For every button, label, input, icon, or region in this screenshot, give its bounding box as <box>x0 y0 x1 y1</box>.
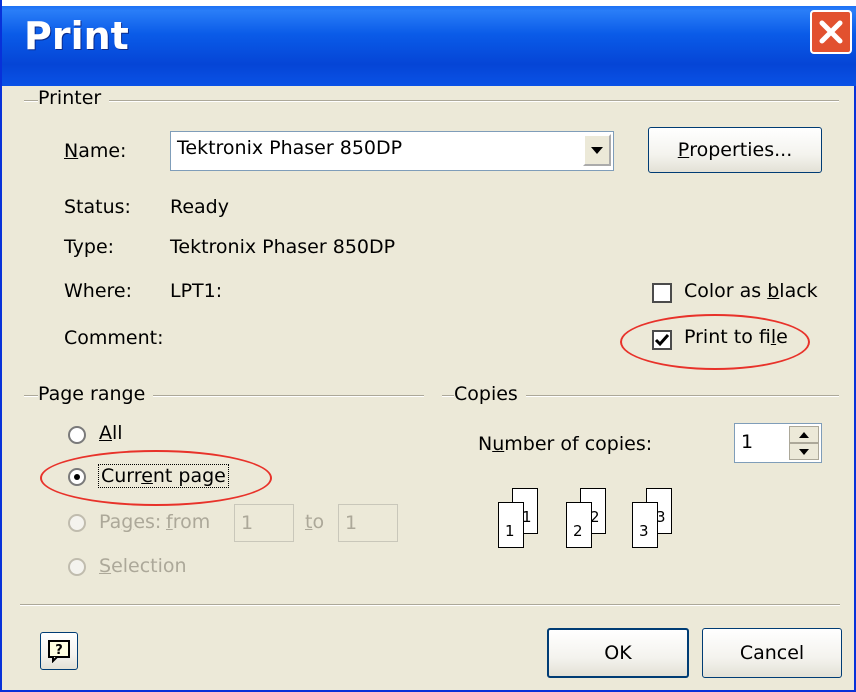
color-as-black-accel: b <box>767 280 780 302</box>
spin-down-icon <box>799 448 809 455</box>
selection-rest: election <box>111 555 187 577</box>
copies-group-label: Copies <box>454 383 526 405</box>
spin-down-button[interactable] <box>789 443 819 460</box>
collate-label-2a: 2 <box>573 522 583 540</box>
annotation-ellipse-current-page <box>40 450 272 506</box>
type-label: Type: <box>64 236 115 258</box>
to-label: to <box>305 511 324 533</box>
printer-name-value: Tektronix Phaser 850DP <box>177 137 403 159</box>
pages-text: Pa <box>99 511 122 533</box>
properties-label: roperties... <box>689 139 793 161</box>
collate-label-3b: 3 <box>656 508 666 526</box>
name-label-rest: ame: <box>78 140 127 162</box>
collate-label-3a: 3 <box>639 522 649 540</box>
dialog-title: Print <box>24 14 129 58</box>
svg-text:?: ? <box>55 643 63 658</box>
collate-label-2b: 2 <box>590 508 600 526</box>
dropdown-arrow-button[interactable] <box>583 134 611 166</box>
spin-up-button[interactable] <box>789 426 819 443</box>
color-as-black-label[interactable]: Color as black <box>684 280 818 302</box>
radio-all[interactable] <box>68 426 86 444</box>
number-text: N <box>478 433 493 455</box>
color-as-black-rest: lack <box>779 280 818 302</box>
ok-button[interactable]: OK <box>547 628 689 678</box>
close-button[interactable] <box>810 10 852 54</box>
close-icon <box>819 20 843 44</box>
copies-value[interactable]: 1 <box>741 431 753 453</box>
color-as-black-text: Color as <box>684 280 768 302</box>
printer-group-label: Printer <box>38 87 110 109</box>
footer-separator <box>20 604 840 606</box>
all-accel: A <box>99 422 112 444</box>
pages-accel: g <box>121 511 134 533</box>
from-label: from <box>166 511 210 533</box>
collate-label-1a: 1 <box>505 522 515 540</box>
radio-all-label[interactable]: All <box>99 422 123 444</box>
name-label: Name: <box>64 140 126 162</box>
number-accel: u <box>492 433 505 455</box>
status-label: Status: <box>64 196 131 218</box>
all-rest: ll <box>112 422 123 444</box>
radio-pages[interactable] <box>68 514 86 532</box>
to-rest: o <box>312 511 325 533</box>
radio-selection-label: Selection <box>99 555 187 577</box>
from-accel: f <box>166 511 173 533</box>
where-label: Where: <box>64 280 133 302</box>
collate-illustration: 1 1 2 2 3 3 <box>494 488 672 548</box>
annotation-ellipse-print-to-file <box>620 314 810 370</box>
cancel-button[interactable]: Cancel <box>702 628 842 678</box>
color-as-black-checkbox[interactable] <box>652 283 672 303</box>
radio-selection[interactable] <box>68 558 86 576</box>
where-value: LPT1: <box>170 280 223 302</box>
number-of-copies-label: Number of copies: <box>478 433 652 455</box>
title-bar-highlight <box>2 0 856 6</box>
number-rest: mber of copies: <box>504 433 653 455</box>
from-page-input[interactable]: 1 <box>234 504 294 542</box>
type-value: Tektronix Phaser 850DP <box>170 236 396 258</box>
page-range-group-label: Page range <box>38 383 154 405</box>
properties-accel: P <box>677 139 690 161</box>
radio-pages-label: Pages: <box>99 511 161 533</box>
from-rest: rom <box>172 511 211 533</box>
help-icon: ? <box>48 640 70 663</box>
copies-spinner[interactable]: 1 <box>734 423 822 463</box>
name-label-accel: N <box>64 140 79 162</box>
help-button[interactable]: ? <box>40 632 78 670</box>
to-page-input[interactable]: 1 <box>338 504 398 542</box>
printer-group-line <box>24 100 839 102</box>
comment-label: Comment: <box>64 327 164 349</box>
selection-accel: S <box>99 555 112 577</box>
pages-rest: es: <box>133 511 162 533</box>
status-value: Ready <box>170 196 229 218</box>
chevron-down-icon <box>591 147 603 154</box>
title-bar[interactable]: Print <box>2 0 856 86</box>
print-dialog: Print Printer Name: Tektronix Phaser 850… <box>0 0 856 692</box>
printer-name-dropdown[interactable]: Tektronix Phaser 850DP <box>170 131 614 171</box>
properties-button[interactable]: Properties... <box>648 127 822 173</box>
spin-up-icon <box>799 431 809 438</box>
collate-label-1b: 1 <box>522 508 532 526</box>
